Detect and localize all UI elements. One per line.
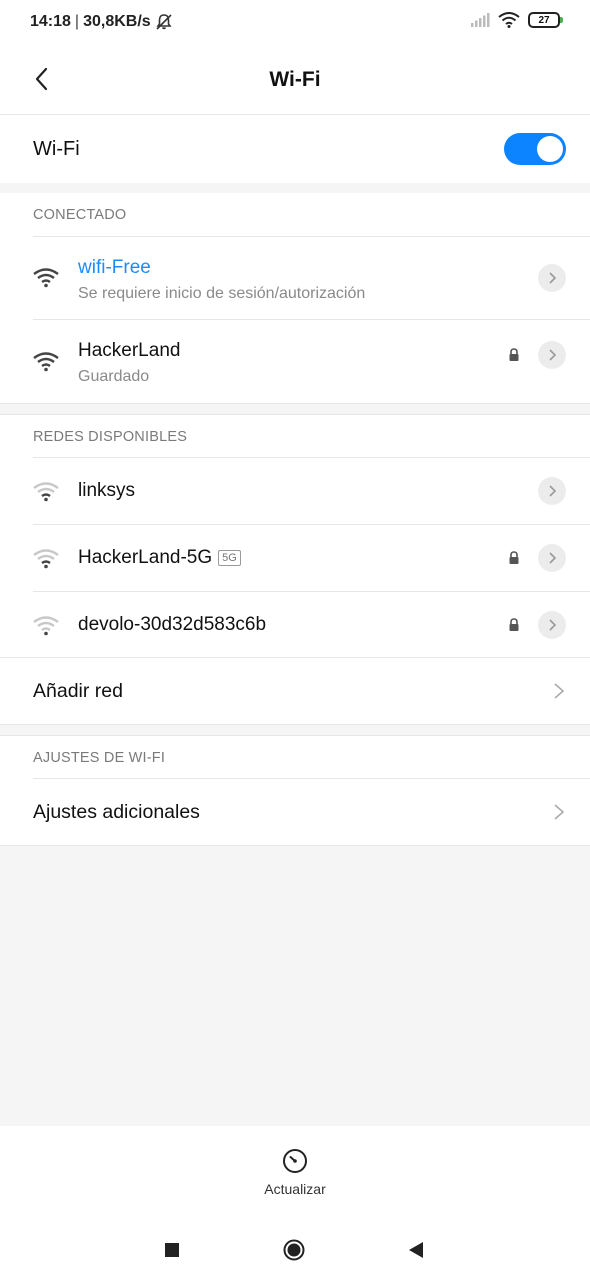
signal-icon — [471, 13, 490, 27]
wifi-toggle-switch[interactable] — [504, 133, 566, 165]
network-details-button[interactable] — [538, 341, 566, 369]
status-time: 14:18 — [30, 13, 71, 30]
lock-icon — [509, 348, 519, 361]
page-title: Wi-Fi — [269, 68, 321, 91]
available-section: REDES DISPONIBLES linksys HackerLand-5G … — [0, 415, 590, 724]
home-button[interactable] — [283, 1239, 305, 1261]
network-name: devolo-30d32d583c6b — [78, 614, 267, 635]
recent-apps-button[interactable] — [165, 1243, 179, 1257]
network-row-available-3[interactable]: devolo-30d32d583c6b — [0, 592, 590, 658]
network-row-available-1[interactable]: linksys — [0, 458, 590, 524]
status-bar: 14:18 | 30,8KB/s 27 — [0, 0, 590, 46]
divider — [0, 724, 590, 725]
band-5g-badge: 5G — [218, 550, 241, 566]
wifi-strength-icon — [33, 268, 59, 288]
battery-level: 27 — [538, 14, 550, 26]
network-name: linksys — [78, 480, 136, 501]
network-name: wifi-Free — [78, 257, 151, 278]
wifi-toggle-row[interactable]: Wi-Fi — [0, 115, 590, 183]
system-nav-bar — [0, 1220, 590, 1280]
nav-back-button[interactable] — [407, 1241, 425, 1259]
network-row-connected-1[interactable]: wifi-Free Se requiere inicio de sesión/a… — [0, 237, 590, 319]
add-network-row[interactable]: Añadir red — [0, 658, 590, 724]
status-separator: | — [74, 13, 80, 30]
network-name: HackerLand — [78, 340, 181, 361]
chevron-right-icon — [549, 485, 557, 497]
status-right: 27 — [470, 12, 563, 28]
chevron-right-icon — [554, 683, 565, 699]
status-left: 14:18 | 30,8KB/s — [30, 13, 173, 31]
refresh-label: Actualizar — [264, 1181, 326, 1197]
chevron-right-icon — [554, 804, 565, 820]
wifi-settings-header: AJUSTES DE WI-FI — [33, 750, 166, 766]
additional-settings-row[interactable]: Ajustes adicionales — [0, 779, 590, 845]
wifi-weak-icon — [33, 549, 59, 569]
additional-settings-label: Ajustes adicionales — [33, 801, 200, 823]
add-network-label: Añadir red — [33, 680, 123, 702]
lock-icon — [509, 618, 519, 631]
network-name-wrap: HackerLand-5G 5G — [78, 547, 241, 569]
network-row-connected-2[interactable]: HackerLand Guardado — [0, 320, 590, 403]
divider — [0, 845, 590, 846]
wifi-toggle-label: Wi-Fi — [33, 138, 80, 160]
notifications-off-icon — [156, 14, 172, 30]
title-bar: Wi-Fi — [0, 46, 590, 114]
lock-icon — [509, 551, 519, 564]
wifi-settings-section: AJUSTES DE WI-FI Ajustes adicionales — [0, 736, 590, 845]
network-status: Se requiere inicio de sesión/autorizació… — [78, 285, 366, 302]
connected-section: CONECTADO wifi-Free Se requiere inicio d… — [0, 193, 590, 403]
network-details-button[interactable] — [538, 264, 566, 292]
connected-header: CONECTADO — [33, 207, 127, 223]
chevron-right-icon — [549, 272, 557, 284]
network-details-button[interactable] — [538, 544, 566, 572]
wifi-weak-icon — [33, 616, 59, 636]
network-row-available-2[interactable]: HackerLand-5G 5G — [0, 525, 590, 591]
status-net-speed: 30,8KB/s — [83, 13, 151, 30]
bottom-action-bar: Actualizar — [0, 1126, 590, 1220]
chevron-right-icon — [549, 349, 557, 361]
available-header: REDES DISPONIBLES — [33, 429, 188, 445]
status-wifi-icon — [498, 12, 520, 28]
network-details-button[interactable] — [538, 611, 566, 639]
wifi-weak-icon — [33, 482, 59, 502]
network-details-button[interactable] — [538, 477, 566, 505]
network-status: Guardado — [78, 368, 150, 385]
network-name: HackerLand-5G — [78, 547, 213, 568]
refresh-icon — [283, 1149, 307, 1173]
chevron-right-icon — [549, 619, 557, 631]
chevron-right-icon — [549, 552, 557, 564]
divider — [0, 403, 590, 404]
battery-indicator: 27 — [528, 12, 563, 28]
wifi-strength-icon — [33, 352, 59, 372]
toggle-knob — [537, 136, 563, 162]
